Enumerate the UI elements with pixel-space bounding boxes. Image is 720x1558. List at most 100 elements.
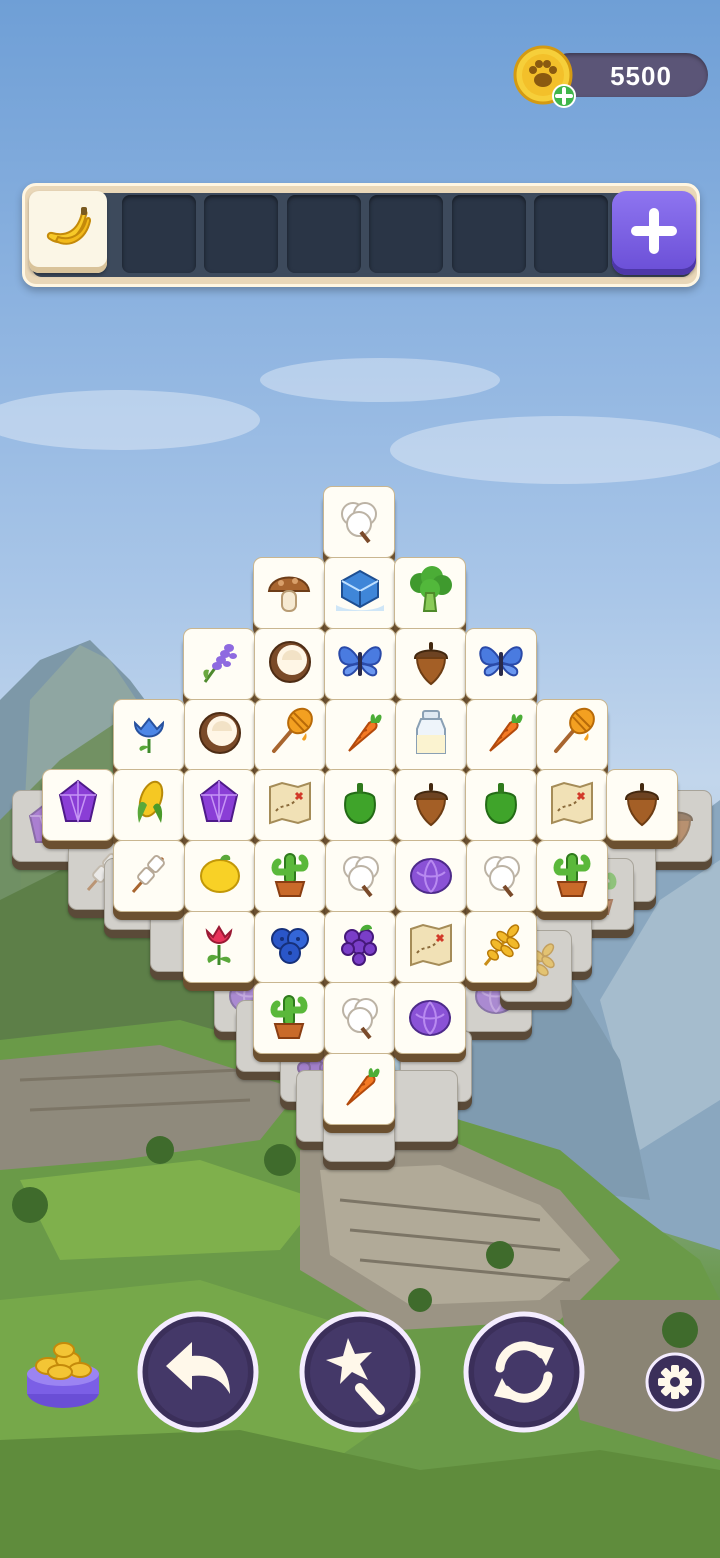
tray-slot — [204, 195, 278, 273]
treasure-map-icon — [410, 923, 452, 967]
tile-acorn[interactable] — [395, 628, 467, 708]
tile-carrot[interactable] — [325, 699, 397, 779]
tile-treasure-map[interactable] — [395, 911, 467, 991]
tray-slot — [122, 195, 196, 273]
treasure-map-icon — [269, 781, 311, 825]
coin-bank-icon[interactable] — [22, 1340, 104, 1414]
acorn-icon — [624, 783, 660, 827]
tile-mushroom[interactable] — [253, 557, 325, 637]
tile-wheat[interactable] — [465, 911, 537, 991]
tile-corn[interactable] — [113, 769, 185, 849]
blueberries-icon — [271, 928, 309, 964]
grapes-icon — [341, 924, 377, 966]
butterfly-icon — [479, 646, 523, 677]
carrot-icon — [348, 714, 382, 752]
tray-tile-banana — [29, 191, 107, 273]
shuffle-button[interactable] — [462, 1310, 586, 1434]
acorn-icon — [413, 783, 449, 827]
tile-blueberries[interactable] — [254, 911, 326, 991]
cotton-icon — [343, 856, 379, 898]
cactus-icon — [553, 853, 591, 897]
tile-acorn[interactable] — [606, 769, 678, 849]
tile-ice-cube[interactable] — [324, 557, 396, 637]
tile-bellflower[interactable] — [113, 699, 185, 779]
lemon-icon — [200, 854, 240, 893]
tray-slot — [287, 195, 361, 273]
tile-treasure-map[interactable] — [536, 769, 608, 849]
banana-icon — [46, 207, 92, 245]
carrot-icon — [346, 1068, 380, 1106]
tile-cotton[interactable] — [325, 840, 397, 920]
tile-coconut[interactable] — [184, 699, 256, 779]
lavender-icon — [203, 644, 237, 683]
carrot-icon — [489, 714, 523, 752]
tray-slot — [534, 195, 608, 273]
tile-amethyst[interactable] — [42, 769, 114, 849]
paw-coin-icon[interactable] — [512, 44, 578, 110]
tile-treasure-map[interactable] — [254, 769, 326, 849]
cotton-icon — [484, 856, 520, 898]
tile-green-pepper[interactable] — [465, 769, 537, 849]
tile-amethyst[interactable] — [183, 769, 255, 849]
tile-lavender[interactable] — [183, 628, 255, 708]
purple-cabbage-icon — [410, 858, 452, 894]
tile-butterfly[interactable] — [324, 628, 396, 708]
coconut-icon — [199, 712, 241, 754]
treasure-map-icon — [551, 781, 593, 825]
tile-honey-dipper[interactable] — [536, 699, 608, 779]
wheat-icon — [483, 924, 520, 966]
blocked-tile — [386, 1070, 458, 1150]
mushroom-icon — [267, 576, 311, 612]
coconut-icon — [269, 641, 311, 683]
tile-green-pepper[interactable] — [324, 769, 396, 849]
tile-purple-cabbage[interactable] — [394, 982, 466, 1062]
acorn-icon — [413, 642, 449, 686]
cactus-icon — [270, 995, 308, 1039]
tulip-icon — [205, 925, 233, 965]
amethyst-icon — [199, 779, 239, 824]
tile-cactus[interactable] — [536, 840, 608, 920]
tile-honey-dipper[interactable] — [254, 699, 326, 779]
honey-dipper-icon — [554, 707, 595, 753]
settings-button[interactable] — [644, 1351, 706, 1413]
corn-icon — [137, 780, 164, 823]
tile-marshmallow[interactable] — [113, 840, 185, 920]
coin-count: 5500 — [610, 61, 672, 91]
tile-tulip[interactable] — [183, 911, 255, 991]
marshmallow-icon — [131, 855, 165, 893]
tile-cactus[interactable] — [253, 982, 325, 1062]
tile-lemon[interactable] — [184, 840, 256, 920]
tile-carrot[interactable] — [323, 1053, 395, 1133]
green-pepper-icon — [344, 783, 376, 825]
amethyst-icon — [58, 779, 98, 824]
tile-cotton[interactable] — [323, 486, 395, 566]
tile-coconut[interactable] — [254, 628, 326, 708]
tile-purple-cabbage[interactable] — [395, 840, 467, 920]
add-slot-button[interactable] — [612, 191, 696, 275]
cotton-icon — [342, 998, 378, 1040]
green-pepper-icon — [485, 783, 517, 825]
purple-cabbage-icon — [409, 1000, 451, 1036]
tile-carrot[interactable] — [466, 699, 538, 779]
bellflower-icon — [133, 717, 165, 753]
plus-icon — [631, 208, 677, 254]
undo-button[interactable] — [136, 1310, 260, 1434]
tile-broccoli[interactable] — [394, 557, 466, 637]
honey-dipper-icon — [272, 707, 313, 753]
magic-wand-button[interactable] — [298, 1310, 422, 1434]
tile-cotton[interactable] — [466, 840, 538, 920]
tray-slot — [369, 195, 443, 273]
tile-cotton[interactable] — [324, 982, 396, 1062]
cotton-icon — [341, 502, 377, 544]
plus-badge-icon — [552, 84, 576, 108]
ice-cube-icon — [336, 569, 384, 611]
tray-slot — [452, 195, 526, 273]
tile-grapes[interactable] — [324, 911, 396, 991]
cactus-icon — [271, 853, 309, 897]
tile-milk-bottle[interactable] — [395, 699, 467, 779]
butterfly-icon — [338, 646, 382, 677]
broccoli-icon — [410, 566, 452, 612]
tile-cactus[interactable] — [254, 840, 326, 920]
tile-butterfly[interactable] — [465, 628, 537, 708]
tile-acorn[interactable] — [395, 769, 467, 849]
